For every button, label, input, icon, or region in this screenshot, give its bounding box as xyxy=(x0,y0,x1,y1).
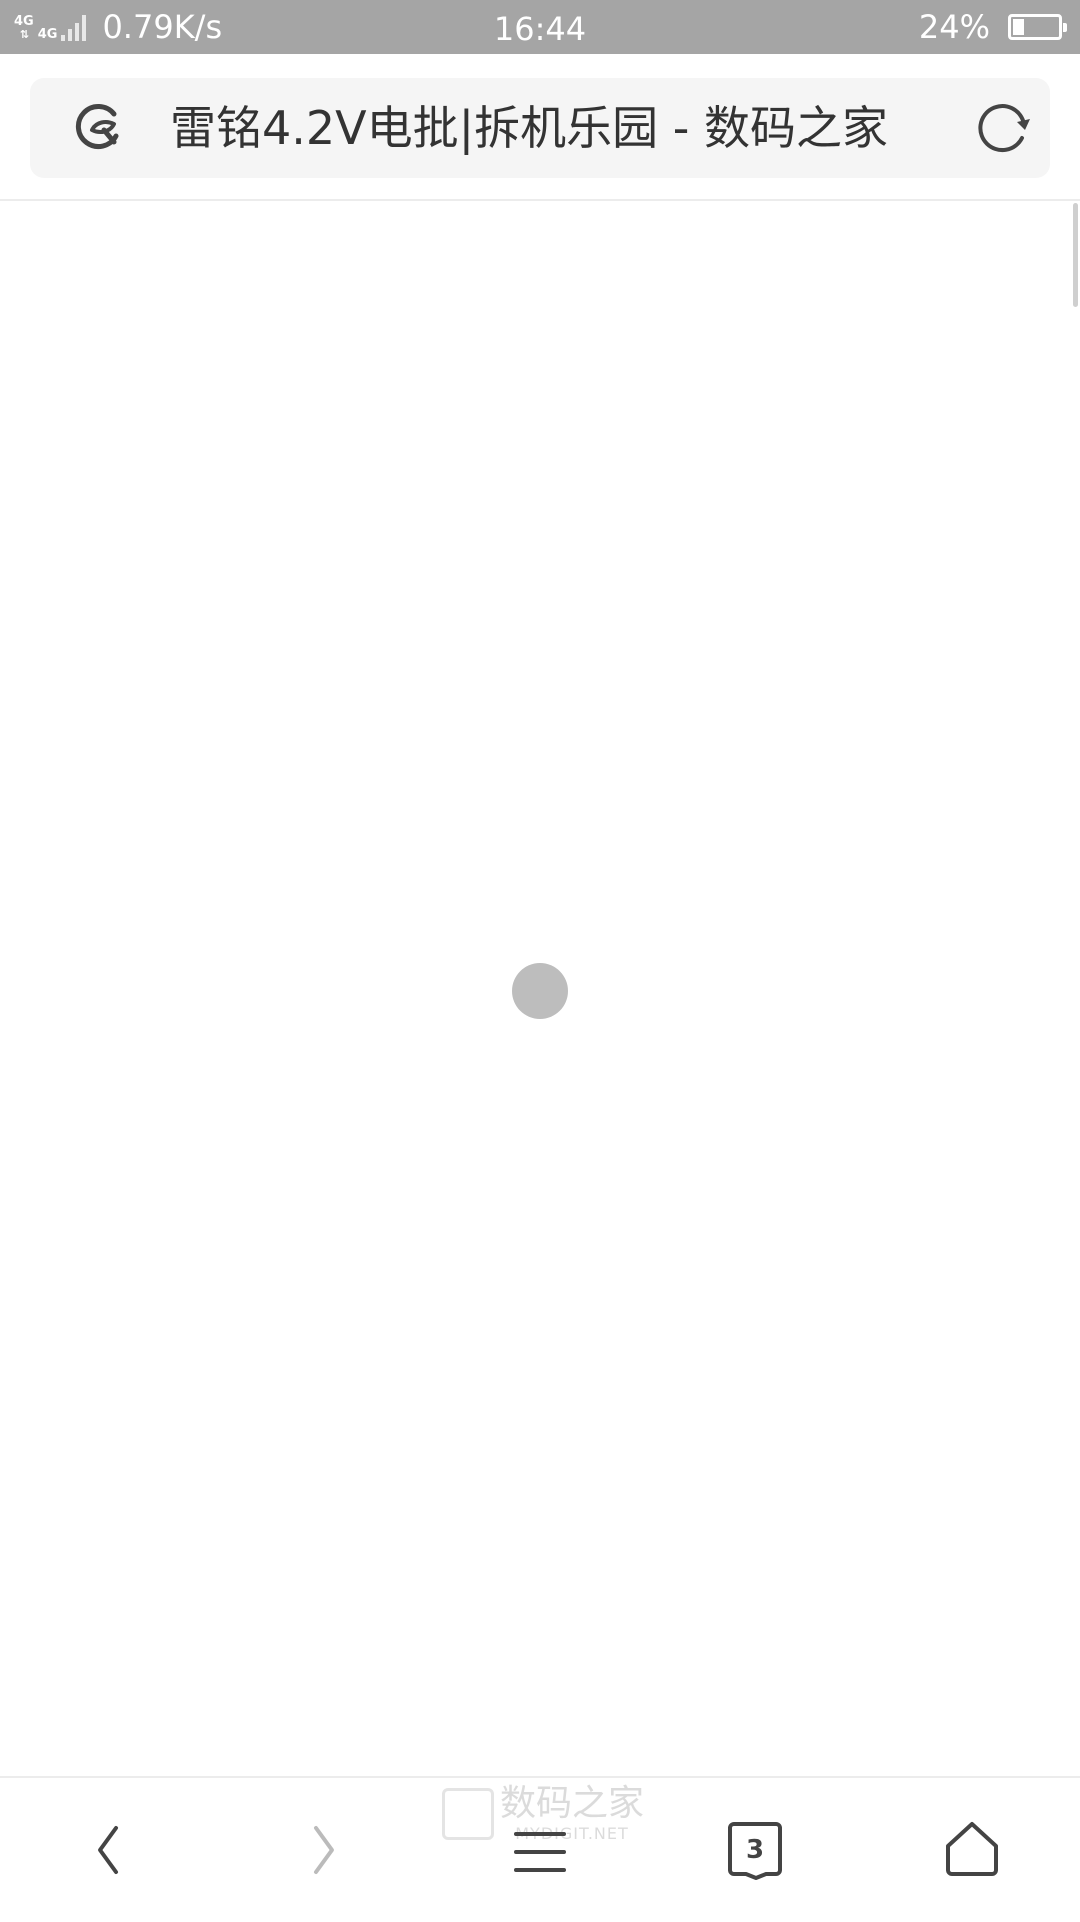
status-bar: 4G ⇅ 4G 0.79K/s 16:44 24% xyxy=(0,0,1080,54)
web-content[interactable] xyxy=(0,203,1080,1776)
chevron-right-icon xyxy=(314,1826,334,1874)
address-bar[interactable]: 雷铭4.2V电批|拆机乐园 - 数码之家 xyxy=(30,78,1050,178)
page-title[interactable]: 雷铭4.2V电批|拆机乐园 - 数码之家 xyxy=(170,78,888,178)
forward-button[interactable] xyxy=(216,1778,432,1922)
tabs-icon: 3 xyxy=(728,1822,782,1880)
home-button[interactable] xyxy=(864,1778,1080,1922)
bottom-navigation: 数码之家 MYDIGIT.NET 3 xyxy=(0,1776,1080,1920)
menu-icon xyxy=(514,1832,566,1872)
browser-logo-icon[interactable] xyxy=(70,100,126,156)
battery-fill xyxy=(1013,19,1024,35)
menu-button[interactable] xyxy=(432,1778,648,1922)
loading-spinner-icon xyxy=(512,963,568,1019)
status-right: 24% xyxy=(918,0,1067,54)
tab-count: 3 xyxy=(746,1835,764,1865)
battery-percent: 24% xyxy=(918,8,990,46)
back-button[interactable] xyxy=(0,1778,216,1922)
tabs-button[interactable]: 3 xyxy=(648,1778,864,1922)
browser-toolbar: 雷铭4.2V电批|拆机乐园 - 数码之家 xyxy=(0,54,1080,201)
battery-icon xyxy=(1008,14,1067,40)
scrollbar-thumb[interactable] xyxy=(1073,203,1078,307)
refresh-icon[interactable] xyxy=(976,100,1032,156)
home-icon xyxy=(946,1822,998,1876)
chevron-left-icon xyxy=(98,1826,118,1874)
